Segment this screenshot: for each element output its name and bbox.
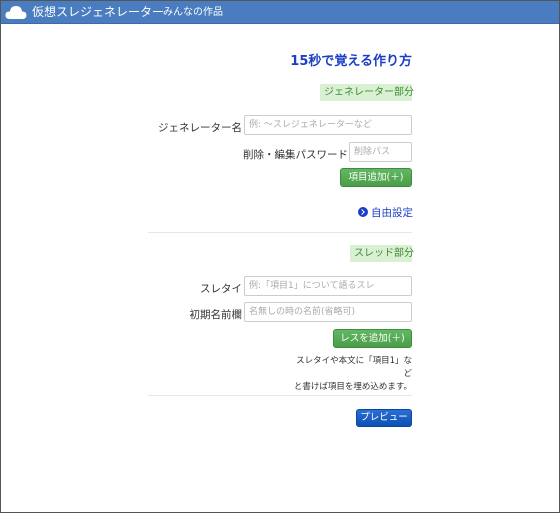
generator-section-label: ジェネレーター部分 [320, 84, 414, 101]
free-settings-link[interactable]: 自由設定 [358, 205, 413, 219]
password-input[interactable] [349, 142, 412, 162]
help-text-line-1: スレタイや本文に「項目1」など [296, 356, 412, 379]
default-name-input[interactable] [244, 302, 412, 322]
add-item-button[interactable]: 項目追加(＋) [340, 168, 412, 187]
preview-button[interactable]: プレビュー [356, 409, 412, 427]
generator-name-label: ジェネレーター名 [158, 122, 242, 134]
thread-section-label: スレッド部分 [350, 245, 414, 262]
help-text-line-2: と書けば項目を埋め込めます。 [293, 382, 412, 392]
page-title[interactable]: 15秒で覚える作り方 [250, 50, 412, 69]
app-brand[interactable]: 仮想スレジェネレーター [32, 5, 164, 20]
top-navbar: 仮想スレジェネレーター みんなの作品 [1, 1, 559, 24]
divider [148, 395, 412, 396]
generator-name-input[interactable] [244, 115, 412, 135]
divider [148, 232, 412, 233]
window-frame [0, 0, 560, 513]
thread-title-label: スレタイ [200, 283, 242, 295]
add-res-button[interactable]: レスを追加(＋) [333, 329, 412, 348]
password-label: 削除・編集パスワード [243, 149, 348, 161]
cloud-icon[interactable] [5, 5, 27, 20]
help-text: スレタイや本文に「項目1」など と書けば項目を埋め込めます。 [290, 355, 412, 394]
chevron-right-circle-icon [358, 207, 368, 217]
free-settings-label: 自由設定 [371, 206, 413, 219]
thread-title-input[interactable] [244, 276, 412, 296]
nav-link-works[interactable]: みんなの作品 [163, 6, 223, 20]
default-name-label: 初期名前欄 [189, 309, 243, 321]
